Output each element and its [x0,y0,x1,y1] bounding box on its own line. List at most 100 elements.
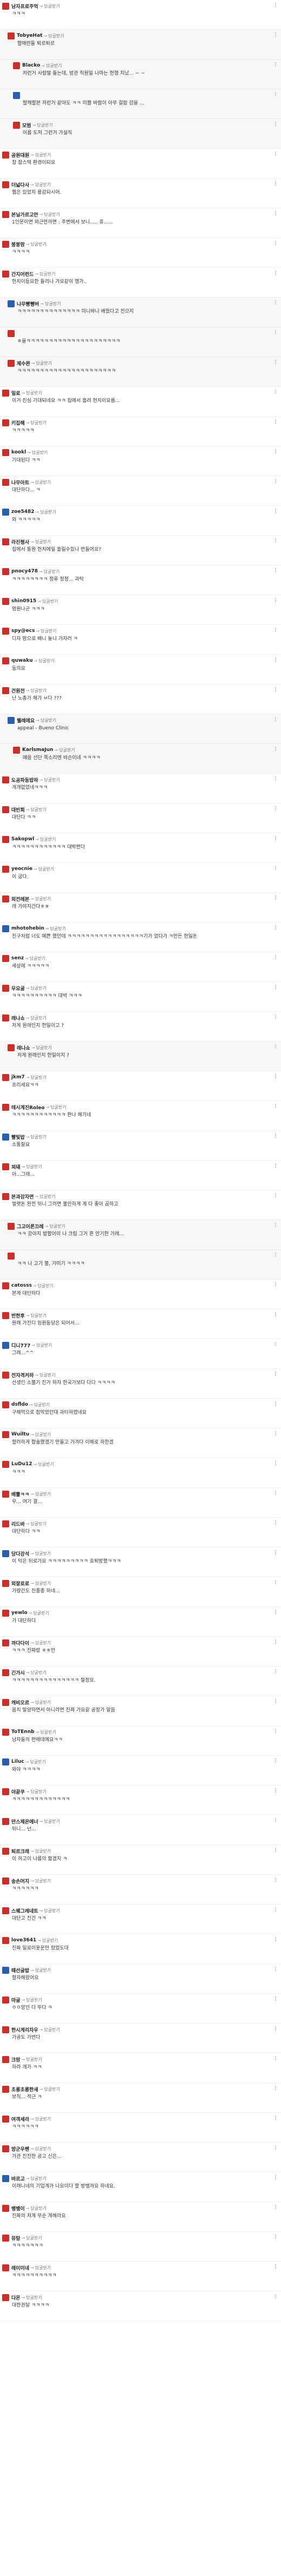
more-options-icon[interactable] [272,1996,279,2001]
comment-author[interactable]: jkm7 [11,1075,25,1080]
more-options-icon[interactable] [272,2,279,8]
avatar-icon[interactable] [2,1579,9,1587]
more-options-icon[interactable] [272,1193,279,1198]
more-options-icon[interactable] [272,1371,279,1376]
more-options-icon[interactable] [272,2085,279,2091]
more-options-icon[interactable] [272,1579,279,1585]
more-options-icon[interactable] [272,568,279,573]
comment-author[interactable]: 나무빵빵버 [17,300,39,307]
more-options-icon[interactable] [272,1103,279,1109]
more-options-icon[interactable] [272,687,279,692]
comment-author[interactable]: 한시게리자우 [11,2026,38,2033]
avatar-icon[interactable] [2,627,9,635]
avatar-icon[interactable] [2,1609,9,1617]
avatar-icon[interactable] [2,1788,9,1795]
comment-author[interactable]: 초롱초롱한새 [11,2086,38,2093]
comment-author[interactable]: 본과감자면 [11,1193,34,1200]
comment-author[interactable]: 스퀘그레네트 [11,1907,38,1914]
avatar-icon[interactable] [2,1073,9,1081]
more-options-icon[interactable] [272,1282,279,1287]
avatar-icon[interactable] [2,925,9,932]
avatar-icon[interactable] [8,716,15,724]
more-options-icon[interactable] [272,1698,279,1704]
more-options-icon[interactable] [272,2264,279,2269]
comment-author[interactable]: 여객세라 [11,2116,29,2123]
avatar-icon[interactable] [2,1312,9,1319]
more-options-icon[interactable] [272,1966,279,1972]
avatar-icon[interactable] [8,1222,15,1230]
comment-author[interactable]: dsfldo [11,1402,28,1407]
more-options-icon[interactable] [272,389,279,394]
comment-author[interactable]: mhotohebin [11,926,44,931]
comment-author[interactable]: 방군우펜 [11,2145,29,2152]
comment-author[interactable]: 뱅뱅이 [11,2205,25,2212]
avatar-icon[interactable] [13,91,20,99]
avatar-icon[interactable] [2,2,9,10]
comment-author[interactable]: shin0915 [11,598,36,604]
more-options-icon[interactable] [272,895,279,900]
more-options-icon[interactable] [272,330,279,335]
avatar-icon[interactable] [2,2264,9,2271]
avatar-icon[interactable] [2,2026,9,2033]
avatar-icon[interactable] [2,1877,9,1885]
more-options-icon[interactable] [272,121,279,127]
avatar-icon[interactable] [2,687,9,694]
comment-author[interactable]: 라진평사 [11,538,29,545]
comment-author[interactable]: 만스제은에너 [11,1818,38,1825]
avatar-icon[interactable] [2,1282,9,1289]
comment-author[interactable]: 키집해 [11,419,25,426]
comment-author[interactable]: 공원대원 [11,151,29,159]
comment-author[interactable]: 나무아트 [11,479,29,486]
avatar-icon[interactable] [13,746,20,754]
comment-author[interactable]: 꾀돼 [11,1163,21,1170]
avatar-icon[interactable] [2,1371,9,1379]
comment-author[interactable]: TobyeHat [17,33,42,38]
more-options-icon[interactable] [272,1401,279,1406]
comment-author[interactable]: 테시계진Roleo [11,1104,45,1111]
comment-author[interactable]: 그고이론끄레 [17,1223,44,1230]
more-options-icon[interactable] [272,1222,279,1228]
more-options-icon[interactable] [272,2026,279,2031]
avatar-icon[interactable] [2,1490,9,1498]
avatar-icon[interactable] [2,597,9,605]
avatar-icon[interactable] [2,954,9,962]
more-options-icon[interactable] [272,300,279,305]
more-options-icon[interactable] [272,1073,279,1079]
comment-author[interactable]: 제수완 [17,360,30,367]
comment-author[interactable]: 까다다이 [11,1639,29,1646]
more-options-icon[interactable] [272,597,279,603]
comment-author[interactable]: 디니777 [11,1342,30,1349]
more-options-icon[interactable] [272,1460,279,1466]
comment-author[interactable]: 도공파동밥하 [11,776,38,783]
comment-author[interactable]: kookl [11,450,26,455]
avatar-icon[interactable] [2,2085,9,2093]
comment-author[interactable]: 모범 [22,122,31,129]
comment-author[interactable]: catosss [11,1283,32,1288]
more-options-icon[interactable] [272,2115,279,2120]
avatar-icon[interactable] [2,1639,9,1646]
more-options-icon[interactable] [272,746,279,752]
more-options-icon[interactable] [272,2204,279,2210]
comment-author[interactable]: 더넓다사 [11,181,29,188]
avatar-icon[interactable] [2,2055,9,2063]
more-options-icon[interactable] [272,240,279,246]
comment-author[interactable]: Blacko [22,63,40,68]
comment-author[interactable]: quwaku [11,658,33,663]
comment-author[interactable]: 간지어런드 [11,271,34,278]
avatar-icon[interactable] [2,1133,9,1141]
more-options-icon[interactable] [272,1936,279,1942]
more-options-icon[interactable] [272,2294,279,2299]
avatar-icon[interactable] [2,1847,9,1855]
more-options-icon[interactable] [272,1014,279,1019]
more-options-icon[interactable] [272,1341,279,1347]
more-options-icon[interactable] [272,1520,279,1525]
avatar-icon[interactable] [2,1193,9,1200]
more-options-icon[interactable] [272,1639,279,1644]
more-options-icon[interactable] [272,1252,279,1257]
more-options-icon[interactable] [272,32,279,37]
comment-author[interactable]: 때선굴밥 [11,1967,29,1974]
more-options-icon[interactable] [272,538,279,543]
comment-author[interactable]: 래나쇼 [11,1014,25,1022]
avatar-icon[interactable] [2,1996,9,2004]
more-options-icon[interactable] [272,1847,279,1853]
